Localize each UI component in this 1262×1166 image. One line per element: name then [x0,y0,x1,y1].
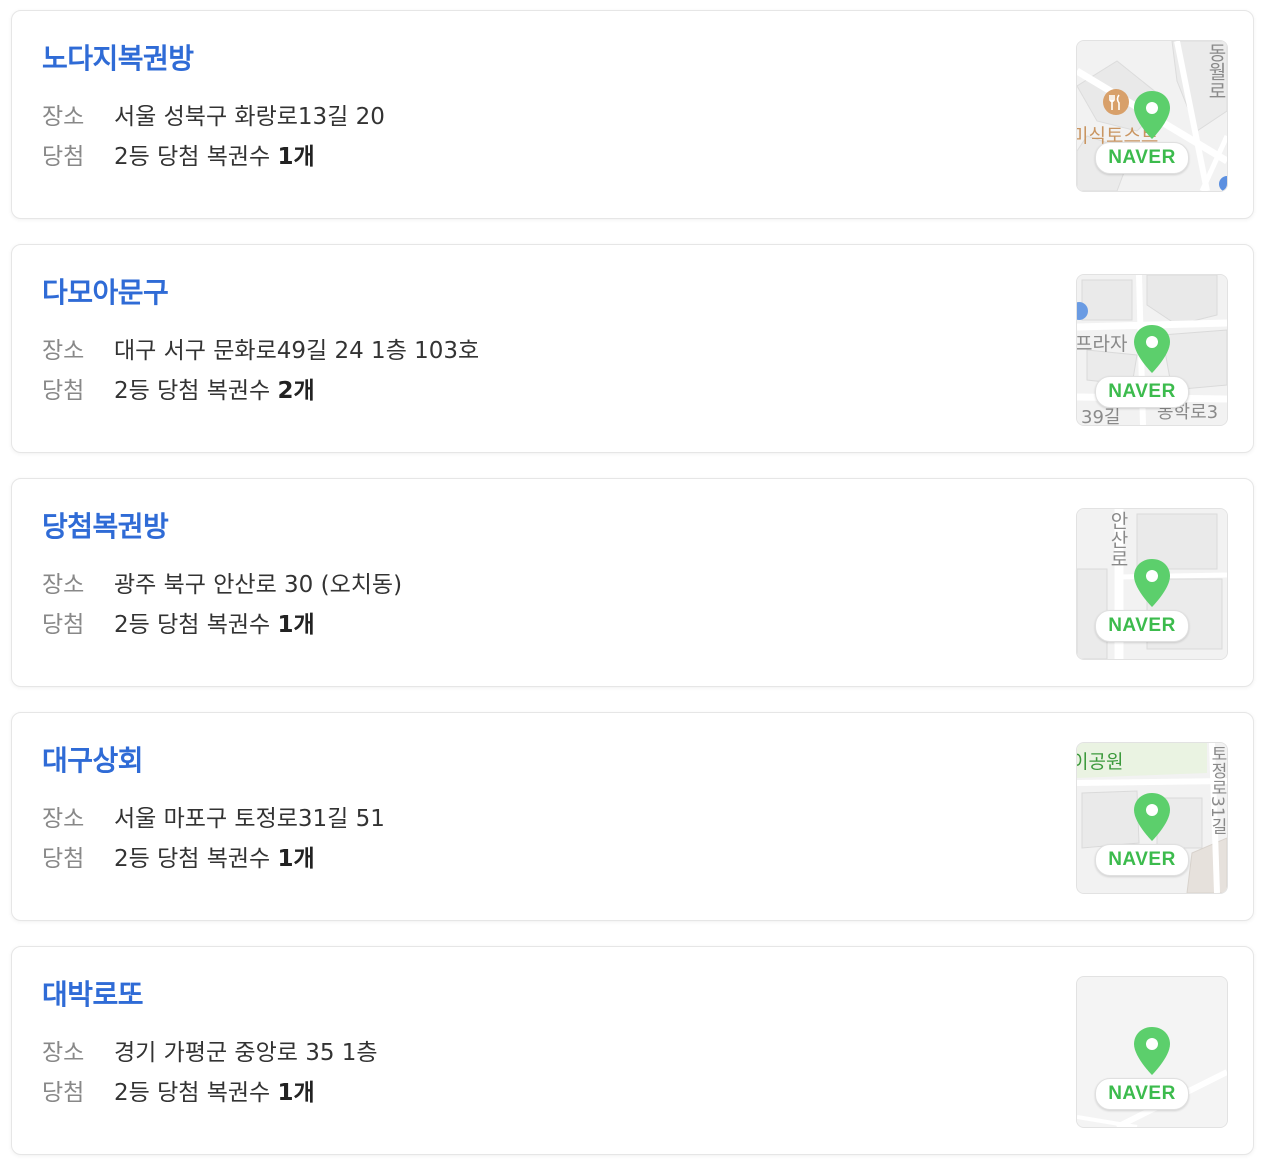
map-road-label: 토정로31길 [1207,745,1227,835]
store-address-row: 장소 서울 마포구 토정로31길 51 [42,799,385,833]
location-label: 장소 [42,338,85,364]
naver-logo: NAVER [1095,1078,1189,1110]
winning-text: 2등 당첨 복권수 [114,846,271,872]
store-address: 서울 마포구 토정로31길 51 [114,806,385,832]
winning-text: 2등 당첨 복권수 [114,1080,271,1106]
map-pin-icon [1134,793,1170,841]
store-address: 대구 서구 문화로49길 24 1층 103호 [114,338,480,364]
location-label: 장소 [42,806,85,832]
winning-label: 당첨 [42,846,85,872]
map-pin-icon [1134,1027,1170,1075]
store-card: 노다지복권방 장소 서울 성북구 화랑로13길 20 당첨 2등 당첨 복권수 1개… [11,10,1254,219]
store-winning-row: 당첨 2등 당첨 복권수 2개 [42,371,315,405]
store-name-link[interactable]: 다모아문구 [42,271,169,311]
store-winning-row: 당첨 2등 당첨 복권수 1개 [42,839,315,873]
winning-label: 당첨 [42,1080,85,1106]
naver-logo: NAVER [1095,610,1189,642]
winning-count: 2개 [277,378,315,404]
winning-count: 1개 [277,144,315,170]
map-pin-icon [1134,559,1170,607]
naver-logo: NAVER [1095,142,1189,174]
store-card: 대박로또 장소 경기 가평군 중앙로 35 1층 당첨 2등 당첨 복권수 1개 N… [11,946,1254,1155]
map-pin-icon [1134,91,1170,139]
restaurant-icon [1103,89,1129,115]
location-label: 장소 [42,1040,85,1066]
map-road-label: 동월로 [1205,43,1227,100]
map-thumbnail[interactable]: NAVER [1076,976,1228,1128]
store-address-row: 장소 광주 북구 안산로 30 (오치동) [42,565,402,599]
location-label: 장소 [42,572,85,598]
winning-text: 2등 당첨 복권수 [114,378,271,404]
store-name-link[interactable]: 대구상회 [42,739,144,779]
map-pin-icon [1134,325,1170,373]
map-poi-label: 프라자 [1076,333,1128,355]
winning-count: 1개 [277,1080,315,1106]
winning-label: 당첨 [42,612,85,638]
store-winning-row: 당첨 2등 당첨 복권수 1개 [42,137,315,171]
map-road-label: 안산로 [1107,511,1129,568]
store-name-link[interactable]: 노다지복권방 [42,37,194,77]
store-address-row: 장소 대구 서구 문화로49길 24 1층 103호 [42,331,479,365]
store-card: 다모아문구 장소 대구 서구 문화로49길 24 1층 103호 당첨 2등 당첨 … [11,244,1254,453]
naver-logo: NAVER [1095,844,1189,876]
map-thumbnail[interactable]: 동월로 미식토스트 NAVER [1076,40,1228,192]
map-poi-label: 이공원 [1076,751,1124,773]
winning-text: 2등 당첨 복권수 [114,144,271,170]
naver-logo: NAVER [1095,376,1189,408]
store-winning-row: 당첨 2등 당첨 복권수 1개 [42,1073,315,1107]
map-thumbnail[interactable]: 이공원 토정로31길 NAVER [1076,742,1228,894]
store-address-row: 장소 경기 가평군 중앙로 35 1층 [42,1033,378,1067]
store-address: 경기 가평군 중앙로 35 1층 [114,1040,378,1066]
store-name-link[interactable]: 당첨복권방 [42,505,169,545]
store-name-link[interactable]: 대박로또 [42,973,144,1013]
map-thumbnail[interactable]: 안산로 NAVER [1076,508,1228,660]
store-address-row: 장소 서울 성북구 화랑로13길 20 [42,97,385,131]
store-address: 광주 북구 안산로 30 (오치동) [114,572,403,598]
winning-text: 2등 당첨 복권수 [114,612,271,638]
store-card: 당첨복권방 장소 광주 북구 안산로 30 (오치동) 당첨 2등 당첨 복권수 1… [11,478,1254,687]
winning-label: 당첨 [42,144,85,170]
map-thumbnail[interactable]: 프라자 39길 동학로3 NAVER [1076,274,1228,426]
winning-count: 1개 [277,612,315,638]
winning-count: 1개 [277,846,315,872]
location-label: 장소 [42,104,85,130]
store-winning-row: 당첨 2등 당첨 복권수 1개 [42,605,315,639]
store-address: 서울 성북구 화랑로13길 20 [114,104,385,130]
winning-label: 당첨 [42,378,85,404]
store-card: 대구상회 장소 서울 마포구 토정로31길 51 당첨 2등 당첨 복권수 1개 이… [11,712,1254,921]
